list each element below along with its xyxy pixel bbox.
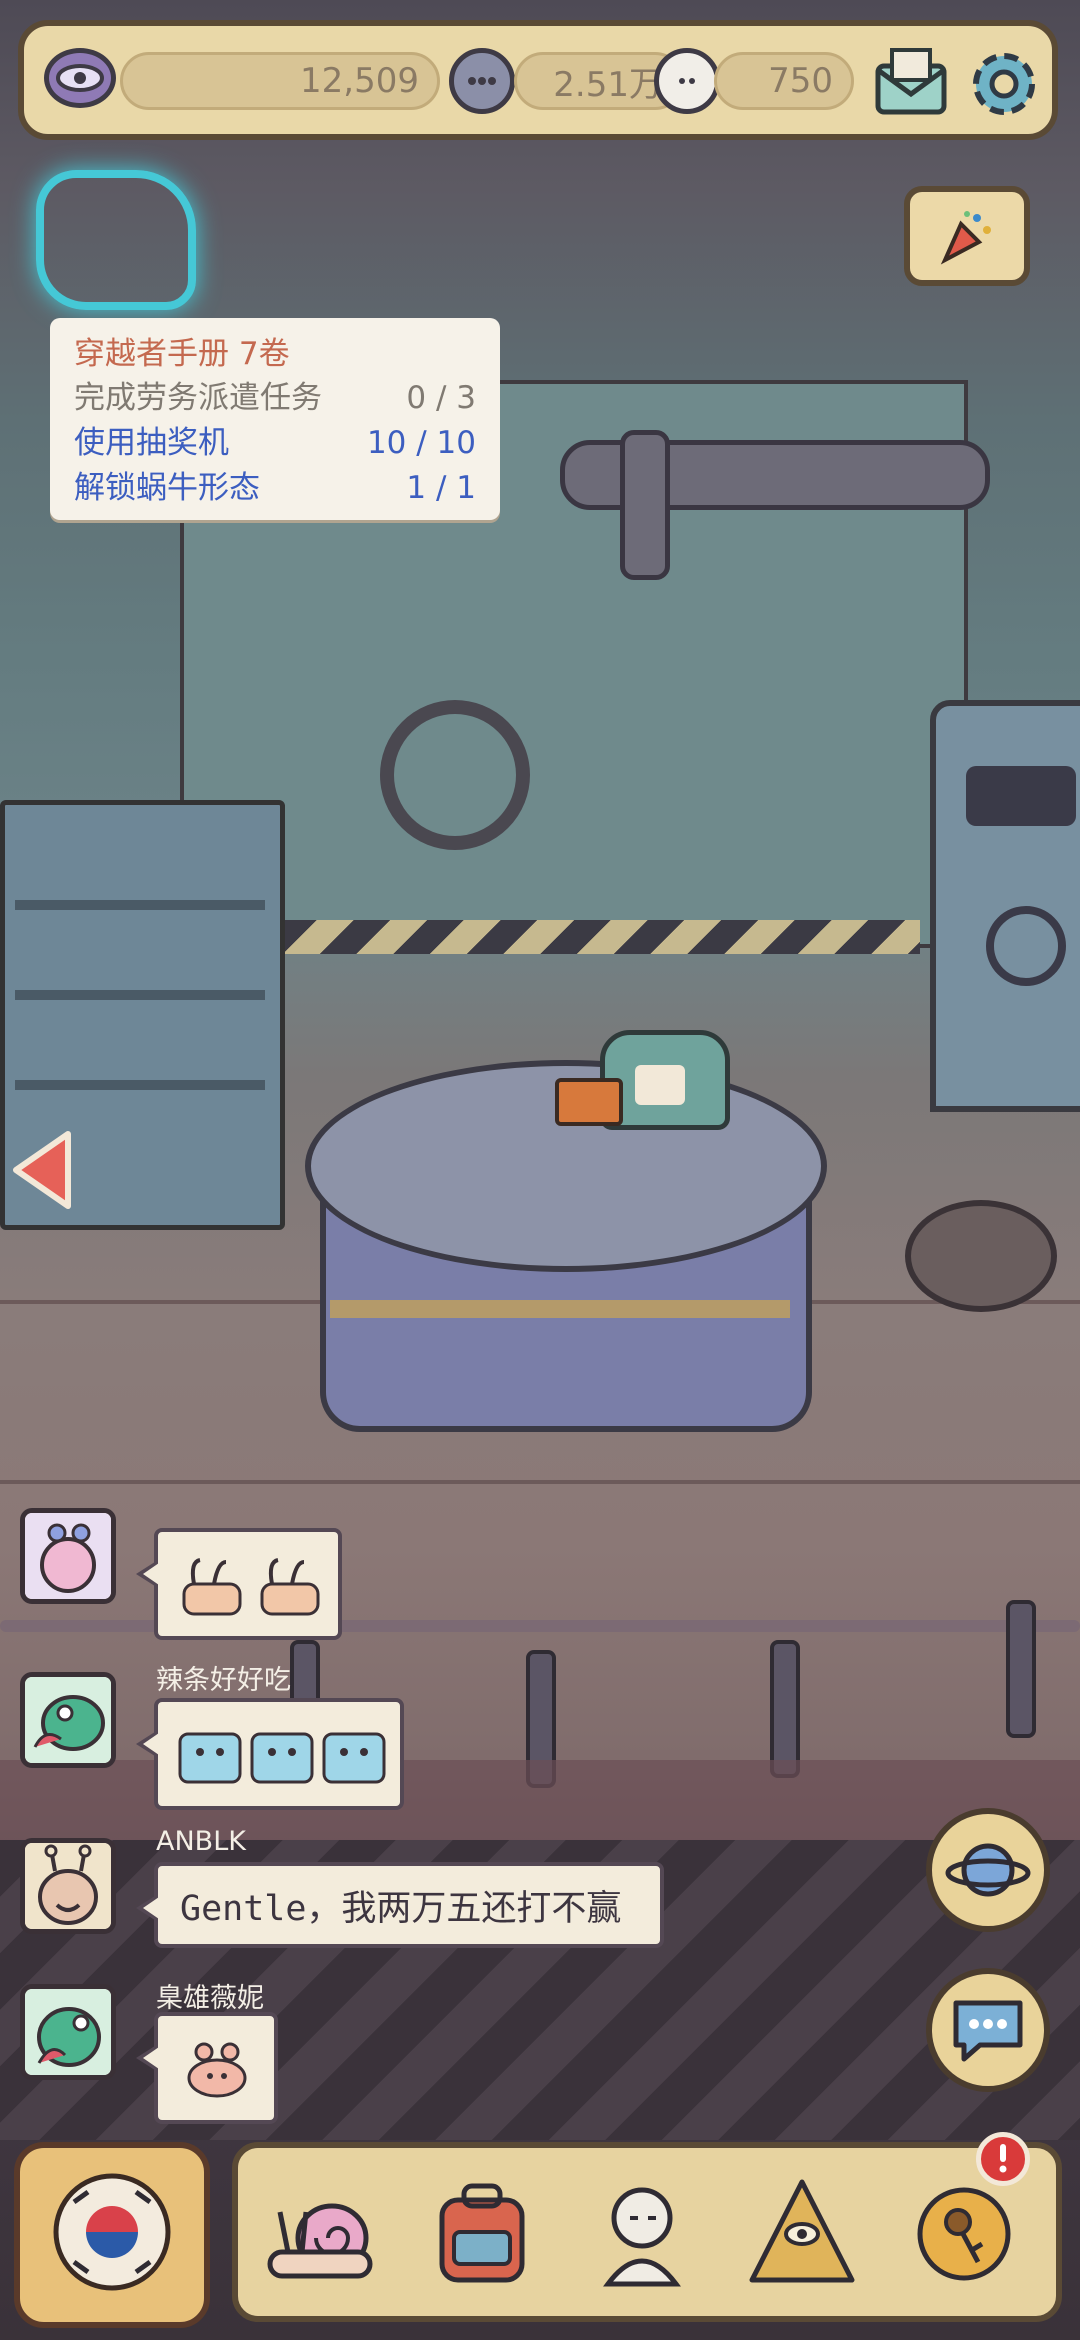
party-popper-icon: [940, 211, 991, 265]
eye-icon: [44, 48, 116, 108]
nav-statue[interactable]: [572, 2162, 712, 2302]
chat-bubble-icon: [449, 48, 515, 114]
avatar[interactable]: [20, 1672, 116, 1768]
task-label: 完成劳务派遣任务: [74, 380, 322, 416]
notification-badge-icon: [976, 2132, 1030, 2186]
planet-icon: [945, 1843, 1031, 1897]
task-row: 完成劳务派遣任务 0 / 3: [74, 376, 476, 421]
bottom-nav: [232, 2132, 1062, 2322]
table-band: [330, 1300, 790, 1318]
snail-icon: [267, 2203, 373, 2279]
pipe: [620, 430, 670, 580]
task-label: 使用抽奖机: [74, 425, 229, 461]
orange-note: [555, 1078, 623, 1126]
traveler-handbook-panel[interactable]: 穿越者手册 7卷 完成劳务派遣任务 0 / 3 使用抽奖机 10 / 10 解锁…: [50, 318, 500, 520]
chat-button[interactable]: [926, 1968, 1050, 2092]
eyes-counter: 12,509: [120, 52, 440, 110]
flag-snail-icon: [53, 2173, 171, 2291]
gear-icon[interactable]: [964, 44, 1044, 124]
barrier-post: [1006, 1600, 1036, 1738]
avatar[interactable]: [20, 1838, 116, 1934]
vault-door: [930, 700, 1080, 1112]
key-icon: [917, 2187, 1011, 2281]
character-button[interactable]: [14, 2142, 210, 2328]
manhole: [905, 1200, 1057, 1312]
avatar[interactable]: [20, 1508, 116, 1604]
chat-icon: [953, 2000, 1023, 2062]
left-arrow-icon[interactable]: [10, 1128, 74, 1212]
snail-duo-emoji: [182, 1558, 320, 1616]
task-progress: 1 / 1: [406, 470, 476, 506]
statue-icon: [603, 2187, 681, 2287]
ghost-bubble-value: 750: [768, 61, 833, 101]
backpack-icon: [439, 2183, 525, 2283]
nav-snail[interactable]: [252, 2162, 392, 2302]
chat-username: 辣条好好吃: [156, 1665, 291, 1696]
task-progress: 0 / 3: [406, 380, 476, 416]
avatar[interactable]: [20, 1984, 116, 2080]
pyramid-eye-icon: [749, 2179, 855, 2283]
task-row: 解锁蜗牛形态 1 / 1: [74, 466, 476, 511]
mail-icon[interactable]: [872, 44, 950, 122]
chat-bubble: Gentle，我两万五还打不赢: [136, 1862, 664, 1948]
task-progress: 10 / 10: [366, 425, 476, 461]
event-button[interactable]: [904, 186, 1030, 286]
chat-bubble: [136, 1698, 404, 1810]
hanging-tire: [380, 700, 530, 850]
crab-emoji: [187, 2042, 247, 2098]
chat-bubble: [136, 2012, 278, 2124]
neon-sign[interactable]: [36, 170, 196, 310]
chat-username: 臬雄薇妮: [156, 1983, 264, 2014]
task-row: 使用抽奖机 10 / 10: [74, 421, 476, 466]
nav-backpack[interactable]: [412, 2162, 552, 2302]
nav-pyramid[interactable]: [732, 2162, 872, 2302]
top-bar: 12,509 2.51万 750: [18, 20, 1058, 140]
chat-bubble: [136, 1528, 342, 1640]
eyes-value: 12,509: [300, 61, 419, 101]
task-label: 解锁蜗牛形态: [74, 470, 260, 506]
chat-bubble-value: 2.51万: [553, 64, 663, 105]
handbook-title: 穿越者手册 7卷: [74, 336, 290, 372]
caution-tape: [280, 920, 920, 954]
chat-username: ANBLK: [156, 1826, 246, 1857]
chat-message-text: Gentle，我两万五还打不赢: [180, 1888, 622, 1929]
ghost-bubble-counter: 750: [714, 52, 854, 110]
ghost-bubble-icon: [654, 48, 720, 114]
planet-button[interactable]: [926, 1808, 1050, 1932]
barrier-post: [770, 1640, 800, 1778]
ghost-trio-emoji: [178, 1732, 386, 1784]
